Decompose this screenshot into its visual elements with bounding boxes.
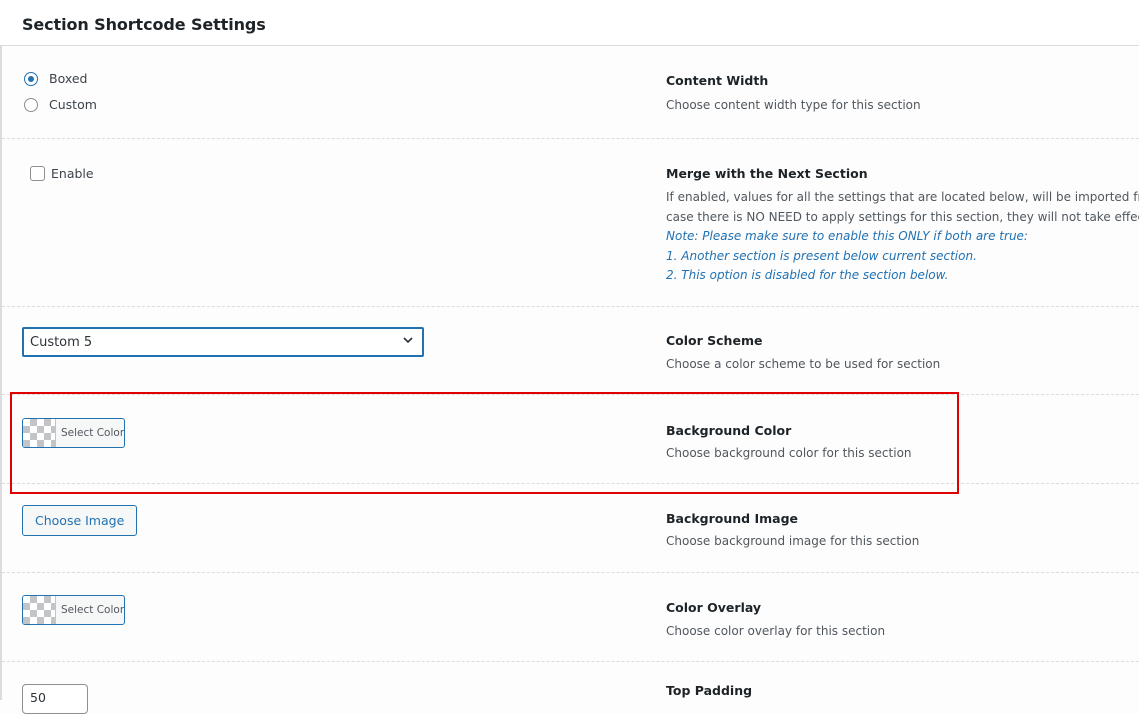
setting-title: Color Scheme [666,333,763,348]
checkbox-label: Enable [51,166,94,181]
setting-description: Choose background image for this section [666,534,920,548]
setting-description: Choose a color scheme to be used for sec… [666,357,941,371]
note-line: Note: Please make sure to enable this ON… [666,229,1028,243]
setting-row-background-color: Select Color Background Color Choose bac… [2,395,1139,484]
radio-option-custom[interactable]: Custom [24,97,97,112]
background-color-picker-button[interactable]: Select Color [22,418,125,448]
top-padding-input[interactable]: 50 [22,684,88,714]
radio-option-boxed[interactable]: Boxed [24,71,87,86]
setting-description: Choose content width type for this secti… [666,98,921,112]
choose-image-button[interactable]: Choose Image [22,505,138,536]
radio-label-boxed: Boxed [49,71,88,86]
setting-description: Choose background color for this section [666,446,912,460]
select-color-label: Select Color [61,604,125,616]
setting-title: Color Overlay [666,600,762,615]
chevron-down-icon [403,337,413,344]
radio-boxed[interactable] [24,71,38,86]
enable-checkbox-option[interactable]: Enable [30,166,94,181]
overlay-color-picker-button[interactable]: Select Color [22,595,125,625]
select-color-label: Select Color [61,427,125,439]
panel-header: Section Shortcode Settings [0,0,1139,46]
setting-title: Background Image [666,511,799,526]
note-line: 1. Another section is present below curr… [666,249,977,263]
setting-row-content-width: Boxed Custom Content Width Choose conten… [2,47,1139,139]
color-swatch [23,419,56,447]
setting-title: Top Padding [666,683,753,698]
setting-row-top-padding: 50 Top Padding [2,662,1139,714]
color-swatch [23,596,56,624]
setting-title: Background Color [666,423,792,438]
setting-description: Choose color overlay for this section [666,624,886,638]
color-scheme-select[interactable]: Custom 5 [22,327,424,357]
setting-description-line: If enabled, values for all the settings … [666,190,1139,204]
setting-row-background-image: Choose Image Background Image Choose bac… [2,484,1139,573]
setting-row-merge: Enable Merge with the Next Section If en… [2,139,1139,307]
radio-custom[interactable] [24,97,38,112]
setting-row-color-scheme: Custom 5 Color Scheme Choose a color sch… [2,307,1139,395]
note-line: 2. This option is disabled for the secti… [666,268,949,282]
setting-row-color-overlay: Select Color Color Overlay Choose color … [2,573,1139,662]
setting-description-line: case there is NO NEED to apply settings … [666,210,1139,224]
setting-title: Content Width [666,73,769,88]
radio-label-custom: Custom [49,97,97,112]
page-title: Section Shortcode Settings [22,15,266,34]
select-value: Custom 5 [30,335,93,350]
enable-checkbox[interactable] [30,166,45,181]
setting-title: Merge with the Next Section [666,166,868,181]
